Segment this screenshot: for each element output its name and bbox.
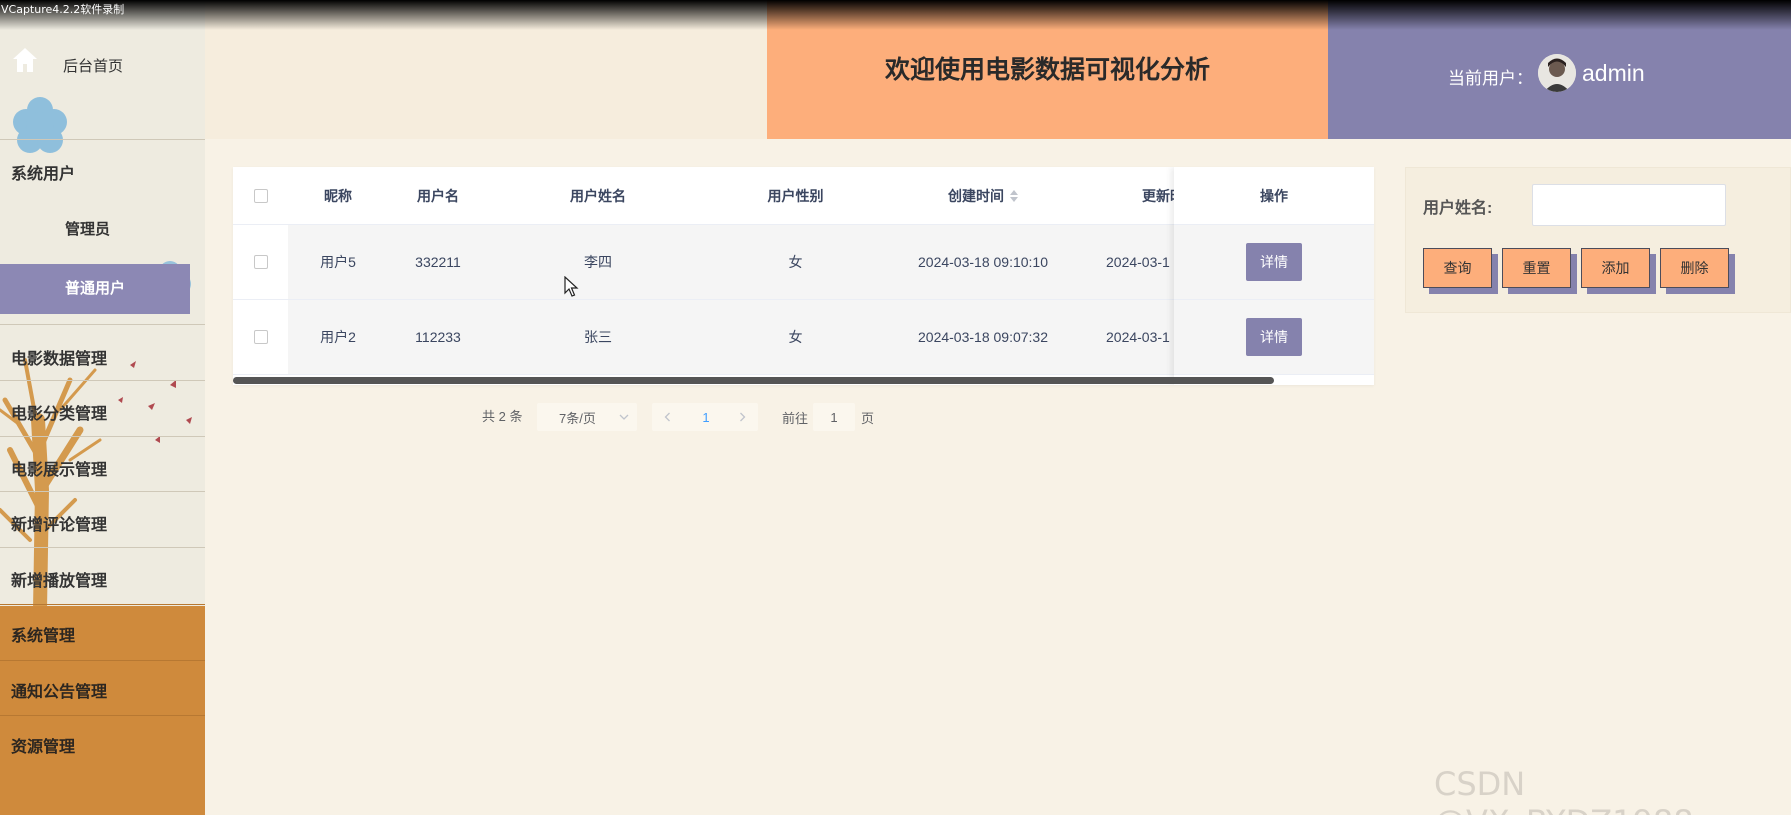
horizontal-scrollbar[interactable] [233, 377, 1274, 384]
column-header-action: 操作 [1174, 167, 1374, 225]
username: admin [1582, 60, 1645, 86]
sidebar-item-label: 后台首页 [63, 58, 124, 75]
sidebar-item-movie-category[interactable]: 电影分类管理 [0, 380, 205, 436]
sidebar-item-normal-user[interactable]: 普通用户 [0, 264, 190, 314]
cell-username: 112233 [415, 329, 461, 345]
chevron-down-icon [619, 414, 629, 420]
sidebar-item-label: 通知公告管理 [11, 684, 108, 701]
pagination-total: 共 2 条 [482, 409, 523, 424]
home-icon [13, 48, 37, 72]
sidebar-item-label: 电影展示管理 [11, 462, 108, 479]
watermark: CSDN @VX_BYDZ1988 [1434, 765, 1694, 815]
chevron-right-icon [740, 412, 746, 422]
cell-created: 2024-03-18 09:10:10 [918, 254, 1048, 270]
select-all-checkbox[interactable] [253, 188, 268, 203]
header-left [205, 0, 767, 139]
cell-created: 2024-03-18 09:07:32 [918, 329, 1048, 345]
sort-icon[interactable] [1010, 189, 1018, 202]
sidebar-item-play[interactable]: 新增播放管理 [0, 547, 205, 605]
sidebar-item-label: 电影分类管理 [11, 406, 108, 423]
column-header-created-label: 创建时间 [948, 187, 1004, 204]
cell-username: 332211 [415, 254, 461, 270]
pagination-nav: 1 [652, 403, 758, 431]
sidebar-item-movie-data[interactable]: 电影数据管理 [0, 324, 205, 380]
page-suffix: 页 [861, 411, 875, 426]
row-select-cell [233, 225, 288, 299]
page-size-select[interactable]: 7条/页 [537, 403, 637, 431]
action-cell: 详情 [1174, 225, 1374, 300]
mouse-cursor-icon [564, 276, 579, 297]
sidebar-item-label: 系统管理 [11, 628, 76, 645]
action-cell: 详情 [1174, 300, 1374, 375]
chevron-left-icon [664, 412, 670, 422]
user-avatar-icon [1538, 54, 1576, 92]
sidebar-item-system-manage[interactable]: 系统管理 [0, 604, 205, 660]
delete-button[interactable]: 删除 [1660, 248, 1729, 288]
cell-realname: 李四 [584, 254, 612, 270]
sidebar-item-label: 新增评论管理 [11, 517, 108, 534]
goto-label: 前往 [782, 411, 809, 426]
sidebar-item-comment[interactable]: 新增评论管理 [0, 491, 205, 547]
prev-page-button[interactable] [654, 403, 682, 431]
column-header-username: 用户名 [417, 187, 459, 204]
header-title-box: 欢迎使用电影数据可视化分析 [767, 0, 1328, 139]
sidebar-item-notice[interactable]: 通知公告管理 [0, 660, 205, 716]
row-checkbox[interactable] [253, 255, 268, 269]
sidebar: 后台首页 系统用户 管理员 普通用户 电影数据管理 电影分类管理 电影展示管理 … [0, 0, 205, 815]
header-user-box: 当前用户： admin [1328, 0, 1791, 139]
detail-button[interactable]: 详情 [1246, 318, 1302, 356]
action-column: 操作 详情 详情 [1174, 167, 1374, 385]
sidebar-item-label: 电影数据管理 [11, 351, 108, 368]
cell-nickname: 用户5 [320, 254, 356, 270]
next-page-button[interactable] [728, 403, 756, 431]
sidebar-item-resource[interactable]: 资源管理 [0, 715, 205, 771]
current-user-label: 当前用户： [1448, 69, 1533, 88]
page-title: 欢迎使用电影数据可视化分析 [884, 55, 1210, 84]
sidebar-group-system-user[interactable]: 系统用户 [0, 139, 205, 199]
search-panel: 用户姓名: 查询 重置 添加 删除 [1405, 167, 1791, 313]
row-select-cell [233, 300, 288, 374]
cell-gender: 女 [788, 254, 803, 270]
cell-realname: 张三 [584, 329, 612, 345]
column-header-gender: 用户性别 [767, 187, 824, 204]
page-size-value: 7条/页 [559, 410, 596, 426]
cell-nickname: 用户2 [320, 329, 356, 345]
avatar[interactable] [1538, 54, 1576, 92]
query-button[interactable]: 查询 [1423, 248, 1492, 288]
sidebar-item-movie-display[interactable]: 电影展示管理 [0, 436, 205, 492]
sidebar-item-home[interactable]: 后台首页 [0, 38, 205, 90]
sidebar-item-admin[interactable]: 管理员 [0, 214, 175, 246]
cell-gender: 女 [788, 329, 803, 345]
sidebar-item-label: 资源管理 [11, 739, 76, 756]
column-header-realname: 用户姓名 [570, 187, 626, 204]
sidebar-item-label: 新增播放管理 [11, 573, 108, 590]
user-table: 昵称 用户名 用户姓名 用户性别 创建时间 更新时 用户5 332211 李四 … [233, 167, 1374, 385]
goto-page-input[interactable] [813, 403, 855, 431]
row-checkbox[interactable] [253, 330, 268, 344]
search-label: 用户姓名: [1423, 200, 1493, 217]
realname-search-input[interactable] [1532, 184, 1726, 226]
sidebar-item-label: 系统用户 [11, 166, 76, 183]
column-header-nickname: 昵称 [324, 187, 352, 204]
reset-button[interactable]: 重置 [1502, 248, 1571, 288]
column-header-created[interactable]: 创建时间 [883, 167, 1083, 224]
add-button[interactable]: 添加 [1581, 248, 1650, 288]
page-number-current[interactable]: 1 [688, 403, 724, 431]
select-all-cell [233, 167, 288, 224]
detail-button[interactable]: 详情 [1246, 243, 1302, 281]
